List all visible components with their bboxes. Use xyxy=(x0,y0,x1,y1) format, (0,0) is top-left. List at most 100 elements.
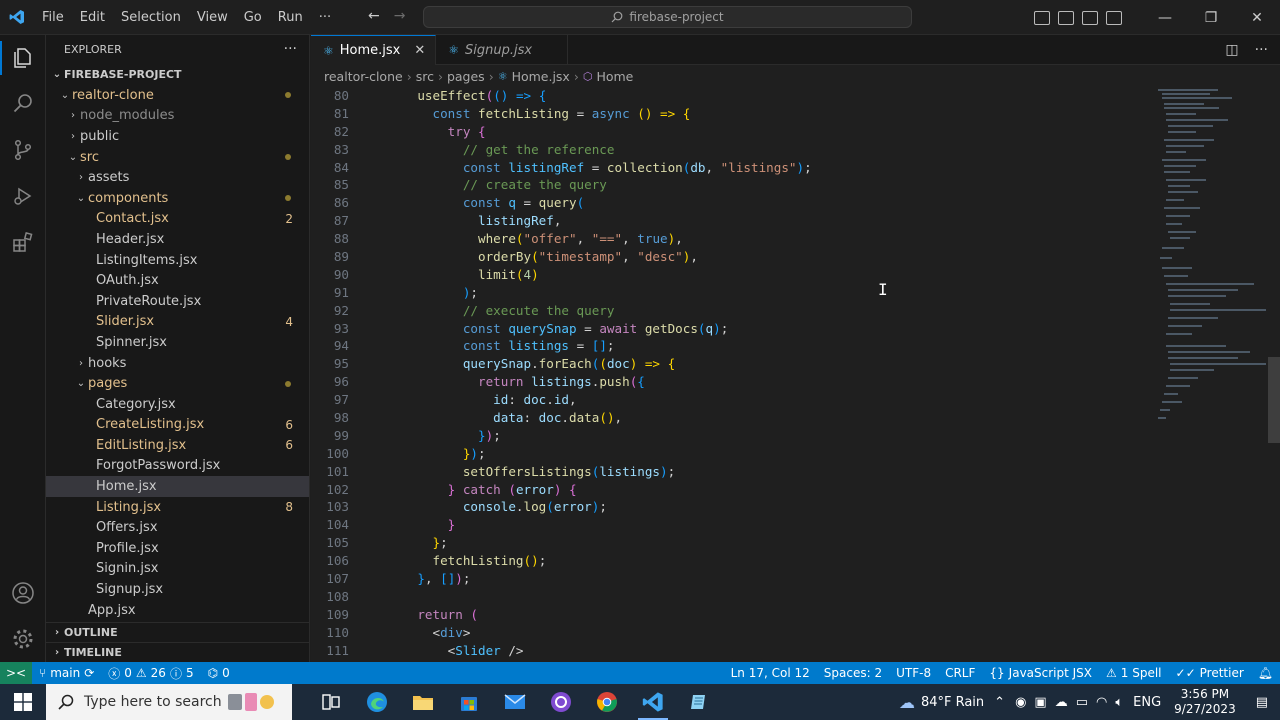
camera-icon[interactable]: ▣ xyxy=(1034,695,1046,710)
toggle-primary-sidebar-icon[interactable] xyxy=(1034,10,1050,25)
workspace-root[interactable]: ⌄ FIREBASE-PROJECT xyxy=(46,63,309,85)
input-language[interactable]: ENG xyxy=(1128,695,1166,710)
menu-file[interactable]: File xyxy=(34,0,72,35)
menu-run[interactable]: Run xyxy=(270,0,311,35)
menu-more[interactable]: ··· xyxy=(311,0,339,35)
file-item[interactable]: Category.jsx xyxy=(46,394,309,415)
tab-home-jsx[interactable]: ⚛ Home.jsx ✕ xyxy=(311,35,437,65)
breadcrumb-item[interactable]: realtor-clone xyxy=(324,69,403,84)
file-item[interactable]: App.jsx xyxy=(46,600,309,621)
folder-item[interactable]: ⌄ src xyxy=(46,147,309,168)
onedrive-cloud-icon[interactable]: ☁ xyxy=(1055,695,1068,710)
prettier-status[interactable]: ✓✓ Prettier xyxy=(1169,666,1251,680)
chrome-browser-icon[interactable] xyxy=(584,684,630,720)
breadcrumb-item[interactable]: src xyxy=(416,69,434,84)
timeline-section[interactable]: › TIMELINE xyxy=(46,642,309,662)
file-item[interactable]: Offers.jsx xyxy=(46,517,309,538)
show-hidden-icons-chevron-up-icon[interactable]: ⌃ xyxy=(989,695,1010,710)
language-mode[interactable]: {} JavaScript JSX xyxy=(982,666,1099,680)
folder-item[interactable]: › hooks xyxy=(46,353,309,374)
source-control-icon[interactable] xyxy=(0,127,46,173)
vertical-scrollbar[interactable] xyxy=(1268,87,1280,662)
file-item[interactable]: PrivateRoute.jsx xyxy=(46,291,309,312)
encoding[interactable]: UTF-8 xyxy=(889,666,938,680)
file-item[interactable]: Slider.jsx 4 xyxy=(46,312,309,333)
menu-selection[interactable]: Selection xyxy=(113,0,189,35)
task-view-icon[interactable] xyxy=(308,684,354,720)
taskbar-search-box[interactable]: Type here to search xyxy=(46,684,292,720)
notifications-bell-icon[interactable]: 🔔︎ xyxy=(1251,666,1280,680)
mail-icon[interactable] xyxy=(492,684,538,720)
file-explorer-icon[interactable] xyxy=(400,684,446,720)
file-item[interactable]: ListingItems.jsx xyxy=(46,250,309,271)
minimap[interactable] xyxy=(1156,87,1266,427)
github-desktop-icon[interactable] xyxy=(538,684,584,720)
file-item[interactable]: ForgotPassword.jsx xyxy=(46,456,309,477)
file-item[interactable]: Contact.jsx 2 xyxy=(46,209,309,230)
battery-icon[interactable]: ▭ xyxy=(1076,695,1088,710)
breadcrumb-item[interactable]: Home xyxy=(596,69,633,84)
scrollbar-thumb[interactable] xyxy=(1268,357,1280,443)
notification-center-icon[interactable]: ▤ xyxy=(1244,695,1280,710)
file-item[interactable]: Home.jsx xyxy=(46,476,309,497)
customize-layout-icon[interactable] xyxy=(1106,10,1122,25)
close-icon[interactable]: ✕ xyxy=(414,43,425,58)
forward-arrow-icon[interactable]: → xyxy=(394,8,406,24)
problems-indicator[interactable]: ⓧ 0 ⚠ 26 ⓘ 5 xyxy=(101,665,200,682)
file-item[interactable]: Signin.jsx xyxy=(46,559,309,580)
remote-indicator-icon[interactable]: >< xyxy=(0,662,32,684)
restore-button[interactable]: ❐ xyxy=(1188,0,1234,35)
file-item[interactable]: Header.jsx xyxy=(46,229,309,250)
taskbar-clock[interactable]: 3:56 PM 9/27/2023 xyxy=(1166,687,1244,717)
weather-widget[interactable]: ☁ 84°F Rain xyxy=(894,693,989,712)
folder-item[interactable]: ⌄ realtor-clone xyxy=(46,85,309,106)
search-icon[interactable] xyxy=(0,81,46,127)
record-app-icon[interactable]: ◉ xyxy=(1015,695,1026,710)
file-item[interactable]: Listing.jsx 8 xyxy=(46,497,309,518)
folder-item[interactable]: › node_modules xyxy=(46,106,309,127)
explorer-more-actions[interactable]: ··· xyxy=(284,41,297,57)
gear-icon[interactable] xyxy=(0,616,46,662)
folder-item[interactable]: ⌄ pages xyxy=(46,373,309,394)
file-item[interactable]: EditListing.jsx 6 xyxy=(46,435,309,456)
spell-checker[interactable]: ⚠ 1 Spell xyxy=(1099,666,1169,680)
end-of-line[interactable]: CRLF xyxy=(938,666,982,680)
microsoft-store-icon[interactable] xyxy=(446,684,492,720)
outline-section[interactable]: › OUTLINE xyxy=(46,622,309,642)
more-actions-icon[interactable]: ··· xyxy=(1255,42,1268,58)
vscode-taskbar-icon[interactable] xyxy=(630,684,676,720)
split-editor-icon[interactable]: ◫ xyxy=(1225,42,1238,58)
windows-start-icon[interactable] xyxy=(0,684,46,720)
command-center[interactable]: firebase-project xyxy=(423,6,912,28)
menu-view[interactable]: View xyxy=(189,0,236,35)
indentation[interactable]: Spaces: 2 xyxy=(817,666,889,680)
explorer-icon[interactable] xyxy=(0,35,46,81)
file-item[interactable]: Profile.jsx xyxy=(46,538,309,559)
code-editor[interactable]: 80 useEffect(() => {81 const fetchListin… xyxy=(311,87,1161,662)
notepad-app-icon[interactable] xyxy=(676,684,722,720)
minimize-button[interactable]: — xyxy=(1142,0,1188,35)
tab-signup-jsx[interactable]: ⚛ Signup.jsx ✕ xyxy=(436,35,569,65)
wifi-icon[interactable]: ◠ xyxy=(1096,695,1107,710)
folder-item[interactable]: › assets xyxy=(46,167,309,188)
ports-indicator[interactable]: ⌬ 0 xyxy=(201,666,237,680)
folder-item[interactable]: ⌄ components xyxy=(46,188,309,209)
run-debug-icon[interactable] xyxy=(0,173,46,219)
file-item[interactable]: Signup.jsx xyxy=(46,579,309,600)
back-arrow-icon[interactable]: ← xyxy=(368,8,380,24)
branch-indicator[interactable]: ⑂ main ⟳ xyxy=(32,666,101,680)
folder-item[interactable]: › public xyxy=(46,126,309,147)
file-item[interactable]: Spinner.jsx xyxy=(46,332,309,353)
menu-edit[interactable]: Edit xyxy=(72,0,113,35)
extensions-icon[interactable] xyxy=(0,219,46,265)
breadcrumb-item[interactable]: Home.jsx xyxy=(512,69,570,84)
toggle-secondary-sidebar-icon[interactable] xyxy=(1082,10,1098,25)
menu-go[interactable]: Go xyxy=(236,0,270,35)
breadcrumb-item[interactable]: pages xyxy=(447,69,485,84)
edge-browser-icon[interactable] xyxy=(354,684,400,720)
file-item[interactable]: CreateListing.jsx 6 xyxy=(46,415,309,436)
file-item[interactable]: OAuth.jsx xyxy=(46,270,309,291)
toggle-panel-icon[interactable] xyxy=(1058,10,1074,25)
cursor-position[interactable]: Ln 17, Col 12 xyxy=(724,666,817,680)
close-window-button[interactable]: ✕ xyxy=(1234,0,1280,35)
